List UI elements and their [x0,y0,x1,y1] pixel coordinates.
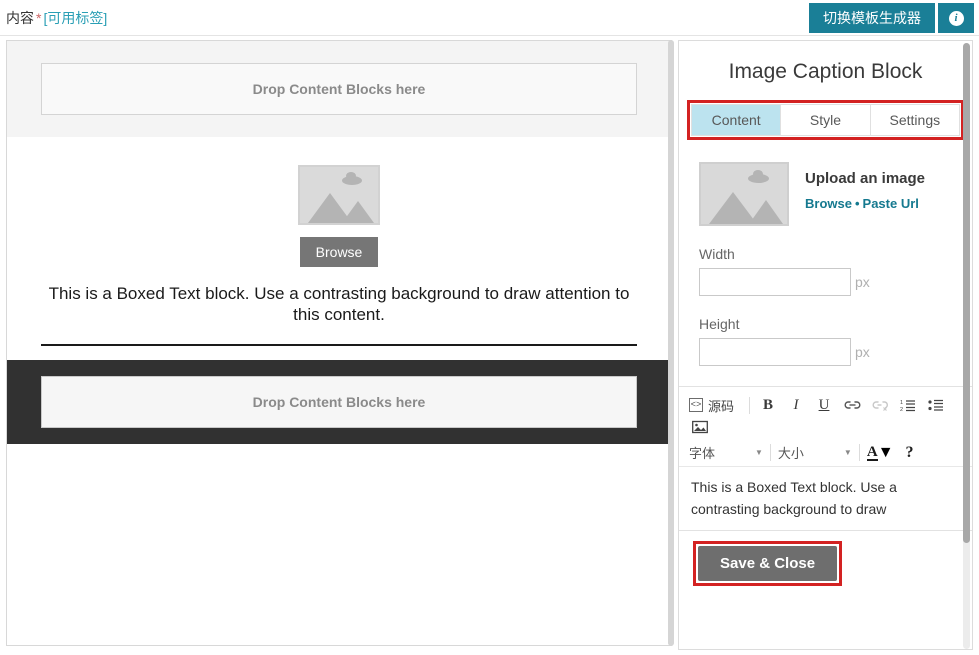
tab-settings-label: Settings [889,112,941,128]
tabs-highlight-box: Content Style Settings [687,100,964,140]
font-family-select[interactable]: 字体 ▼ [689,443,763,462]
bulleted-list-icon[interactable] [925,394,947,416]
source-code-label: 源码 [708,398,735,414]
divider-line [41,343,637,346]
upload-image-info: Upload an image Browse • Paste Url [789,162,925,211]
boxed-text-block[interactable]: This is a Boxed Text block. Use a contra… [7,267,671,326]
save-highlight-box: Save & Close [693,541,843,587]
height-field-label: Height [699,316,740,332]
email-canvas: Drop Content Blocks here Browse This is … [6,40,672,646]
cloud-shape [748,170,769,183]
tab-content-label: Content [711,112,761,128]
width-unit-label: px [855,274,870,290]
height-field-row: px [699,338,952,366]
info-icon: i [948,10,964,26]
toolbar-separator [749,396,751,414]
panel-title: Image Caption Block [728,60,923,83]
font-size-label: 大小 [777,446,804,461]
content-field-label: 内容 * [可用标签] [6,8,107,28]
height-unit-label: px [855,344,870,360]
upload-image-heading: Upload an image [805,170,926,187]
tab-style-label: Style [809,112,842,128]
canvas-browse-button[interactable]: Browse [299,237,379,267]
block-settings-panel: Image Caption Block Content Style Settin… [678,40,973,650]
svg-text:1: 1 [900,400,903,406]
source-code-button[interactable]: <> 源码 [689,396,734,415]
available-tags-link[interactable]: [可用标签] [43,10,107,26]
save-and-close-button[interactable]: Save & Close [698,546,838,582]
editor-content-area[interactable]: This is a Boxed Text block. Use a contra… [679,467,972,532]
cloud-shape [342,172,362,185]
mountain-shape-small [749,200,783,224]
editor-toolbar: <> 源码 B I U 1 2 字体 ▼ 大小 ▼ A ▼ ? [679,387,972,467]
bold-button[interactable]: B [757,394,779,416]
chevron-down-icon: ▼ [877,443,894,461]
width-field-row: px [699,268,952,296]
editor-toolbar-row-3: 字体 ▼ 大小 ▼ A ▼ ? [689,438,962,462]
save-button-area: Save & Close [679,531,972,587]
canvas-row-top-dropzone: Drop Content Blocks here [7,41,671,137]
dropzone-bottom[interactable]: Drop Content Blocks here [41,375,637,428]
toolbar-separator [858,444,860,461]
insert-image-icon[interactable] [689,416,711,438]
top-bar-divider [0,35,979,36]
tab-style[interactable]: Style [781,105,871,135]
panel-scrollbar[interactable] [963,43,970,649]
unlink-icon [869,394,891,416]
content-label-text: 内容 [6,10,34,26]
text-color-label: A [866,443,878,461]
image-caption-block[interactable]: Browse [7,137,671,267]
template-builder-screen: 内容 * [可用标签] 切换模板生成器 i Drop Content Blocks … [0,0,979,655]
font-size-select[interactable]: 大小 ▼ [778,443,852,462]
mountain-shape-small [342,201,374,223]
dropzone-top-label: Drop Content Blocks here [252,81,426,97]
toggle-template-builder-button[interactable]: 切换模板生成器 [809,3,935,33]
image-placeholder-icon [298,165,380,225]
divider-block[interactable] [7,326,671,360]
link-icon[interactable] [841,394,863,416]
upload-image-links: Browse • Paste Url [805,196,925,211]
source-code-icon: <> [689,398,703,412]
editor-toolbar-row-1: <> 源码 B I U 1 2 [689,394,962,416]
height-input[interactable] [699,338,851,366]
chevron-down-icon: ▼ [755,448,763,457]
canvas-scrollbar[interactable] [668,40,674,646]
editor-toolbar-row-2 [689,416,962,438]
dropzone-top[interactable]: Drop Content Blocks here [41,63,637,115]
panel-scrollbar-thumb[interactable] [963,43,970,543]
font-family-label: 字体 [689,446,716,461]
text-color-button[interactable]: A ▼ [866,443,894,462]
svg-text:2: 2 [900,407,903,412]
help-button[interactable]: ? [906,444,914,462]
chevron-down-icon: ▼ [843,448,852,457]
upload-image-row: Upload an image Browse • Paste Url [699,162,952,226]
numbered-list-icon[interactable]: 1 2 [897,394,919,416]
dropzone-bottom-label: Drop Content Blocks here [252,393,426,410]
italic-button[interactable]: I [785,394,807,416]
upload-image-placeholder-icon[interactable] [699,162,789,226]
caption-rich-text-editor: <> 源码 B I U 1 2 字体 ▼ 大小 ▼ A ▼ ? This is … [679,386,972,532]
toolbar-separator [769,444,771,461]
width-input[interactable] [699,268,851,296]
width-field-label: Width [699,246,735,262]
panel-tabs: Content Style Settings [691,104,960,136]
paste-url-link[interactable]: Paste Url [863,196,919,211]
tab-content[interactable]: Content [692,105,782,135]
panel-browse-link[interactable]: Browse [805,196,852,211]
panel-content-body: Upload an image Browse • Paste Url Width p… [679,140,972,366]
top-bar: 内容 * [可用标签] 切换模板生成器 i [0,0,979,36]
canvas-row-bottom-dropzone: Drop Content Blocks here [7,359,671,444]
underline-button[interactable]: U [813,394,835,416]
link-separator: • [854,196,860,211]
info-button[interactable]: i [938,3,974,33]
canvas-row-image-caption: Browse This is a Boxed Text block. Use a… [7,137,671,360]
tab-settings[interactable]: Settings [870,105,959,135]
